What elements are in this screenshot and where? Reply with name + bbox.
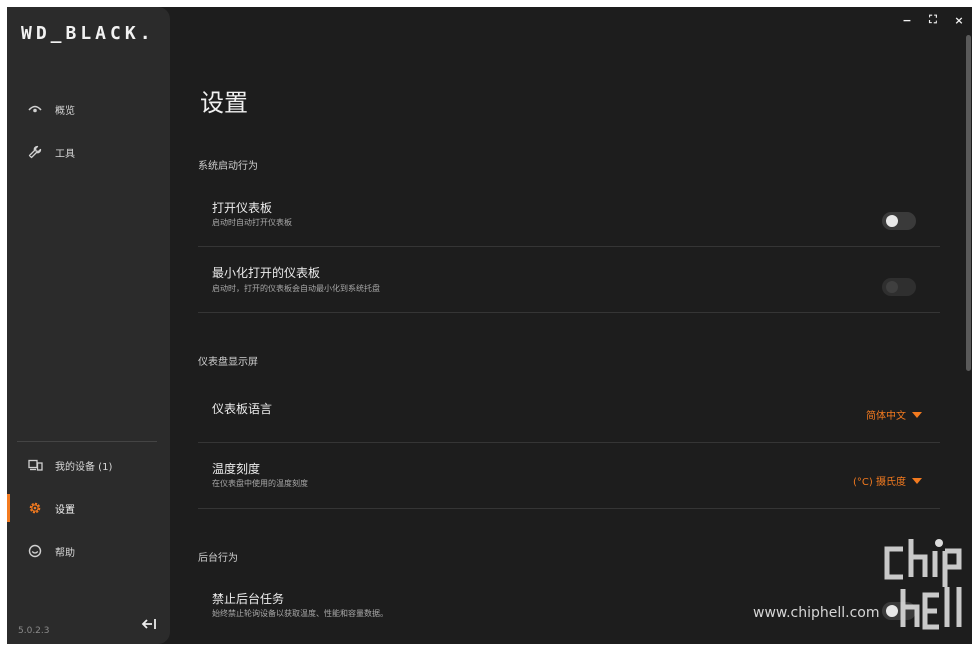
setting-description: 始终禁止轮询设备以获取温度、性能和容量数据。	[212, 609, 388, 618]
window-controls: − ⛶ ×	[894, 11, 972, 29]
setting-description: 在仪表盘中使用的温度刻度	[212, 479, 308, 488]
sidebar: WD_BLACK. 概览 工具 我的设备 (1) 设置 帮助 5.0.2.3	[7, 7, 170, 644]
toggle-knob	[886, 215, 898, 227]
minimize-button[interactable]: −	[894, 11, 920, 29]
collapse-left-icon	[141, 617, 157, 636]
setting-title: 打开仪表板	[212, 201, 273, 215]
app-window: WD_BLACK. 概览 工具 我的设备 (1) 设置 帮助 5.0.2.3 −…	[7, 7, 972, 644]
scrollbar-thumb[interactable]	[966, 35, 971, 371]
close-button[interactable]: ×	[946, 11, 972, 29]
setting-row-minimize-dashboard: 最小化打开的仪表板 启动时，打开的仪表板会自动最小化到系统托盘	[198, 247, 940, 313]
sidebar-item-label: 工具	[55, 148, 75, 160]
sidebar-item-help[interactable]: 帮助	[7, 534, 170, 568]
watermark-text: www.chiphell.com	[753, 605, 880, 621]
setting-description: 启动时自动打开仪表板	[212, 218, 292, 227]
section-title-background: 后台行为	[198, 553, 238, 564]
wd-black-logo: WD_BLACK.	[21, 23, 155, 44]
setting-title: 温度刻度	[212, 462, 261, 476]
gear-icon	[27, 500, 43, 516]
setting-description: 启动时，打开的仪表板会自动最小化到系统托盘	[212, 284, 380, 293]
setting-row-dashboard-language: 仪表板语言 简体中文	[198, 377, 940, 443]
setting-row-temperature-scale: 温度刻度 在仪表盘中使用的温度刻度 (°C) 摄氏度	[198, 443, 940, 509]
chevron-down-icon	[912, 477, 922, 484]
sidebar-item-label: 概览	[55, 105, 75, 117]
sidebar-item-settings[interactable]: 设置	[7, 491, 170, 525]
section-title-startup: 系统启动行为	[198, 161, 258, 172]
eye-icon	[27, 101, 43, 117]
collapse-sidebar-button[interactable]	[141, 616, 159, 634]
sidebar-item-overview[interactable]: 概览	[7, 92, 170, 126]
sidebar-item-label: 我的设备 (1)	[55, 461, 113, 473]
sidebar-item-my-devices[interactable]: 我的设备 (1)	[7, 448, 170, 482]
toggle-knob	[886, 281, 898, 293]
sidebar-divider	[17, 441, 157, 442]
open-dashboard-toggle[interactable]	[882, 212, 916, 230]
chiphell-logo-icon	[881, 537, 967, 637]
temperature-dropdown[interactable]: (°C) 摄氏度	[853, 473, 922, 488]
maximize-button[interactable]: ⛶	[920, 11, 946, 29]
language-dropdown[interactable]: 简体中文	[866, 407, 922, 422]
wrench-icon	[27, 144, 43, 160]
section-title-dashboard-display: 仪表盘显示屏	[198, 357, 258, 368]
sidebar-item-label: 帮助	[55, 547, 75, 559]
setting-title: 禁止后台任务	[212, 592, 285, 606]
version-label: 5.0.2.3	[18, 626, 50, 636]
minimize-dashboard-toggle[interactable]	[882, 278, 916, 296]
dropdown-value: (°C) 摄氏度	[853, 477, 906, 488]
setting-title: 最小化打开的仪表板	[212, 266, 321, 280]
chevron-down-icon	[912, 411, 922, 418]
devices-icon	[27, 457, 43, 473]
help-icon	[27, 543, 43, 559]
setting-row-open-dashboard: 打开仪表板 启动时自动打开仪表板	[198, 187, 940, 247]
dropdown-value: 简体中文	[866, 411, 906, 422]
page-title: 设置	[200, 89, 248, 117]
sidebar-item-tools[interactable]: 工具	[7, 135, 170, 169]
sidebar-item-label: 设置	[55, 504, 75, 516]
setting-title: 仪表板语言	[212, 402, 273, 416]
